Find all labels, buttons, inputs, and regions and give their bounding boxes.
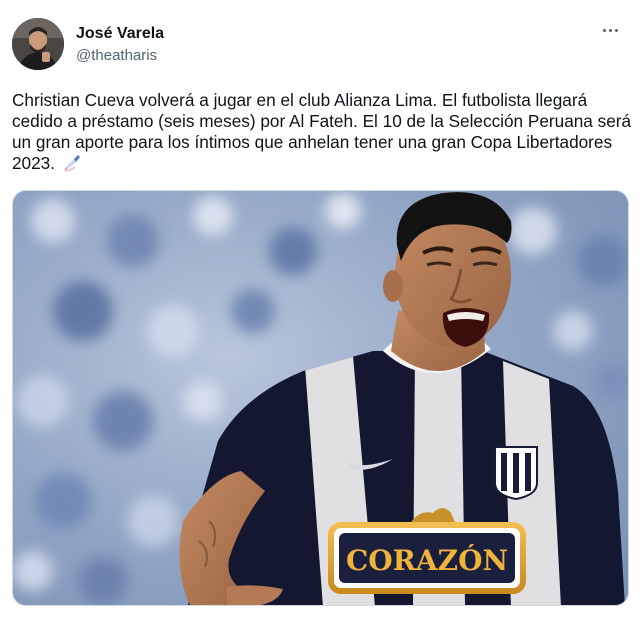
more-options-icon[interactable] [596,20,624,40]
writing-hand-icon [62,154,82,177]
tweet-header: José Varela @theatharis [12,18,628,72]
player-photo: CORAZÓN [13,191,628,605]
tweet-card[interactable]: José Varela @theatharis Christian Cueva … [0,0,640,620]
tweet-text: Christian Cueva volverá a jugar en el cl… [12,90,632,173]
tweet-body: Christian Cueva volverá a jugar en el cl… [12,90,632,177]
author-display-name[interactable]: José Varela [76,24,164,44]
club-crest [494,446,538,501]
author-info: José Varela @theatharis [76,24,164,66]
dot [608,28,612,32]
avatar-image [12,18,64,70]
dot [602,28,606,32]
tweet-photo[interactable]: CORAZÓN [12,190,629,606]
author-handle[interactable]: @theatharis [76,46,164,66]
dot [614,28,618,32]
sponsor-text: CORAZÓN [346,543,508,577]
author-avatar[interactable] [12,18,64,70]
